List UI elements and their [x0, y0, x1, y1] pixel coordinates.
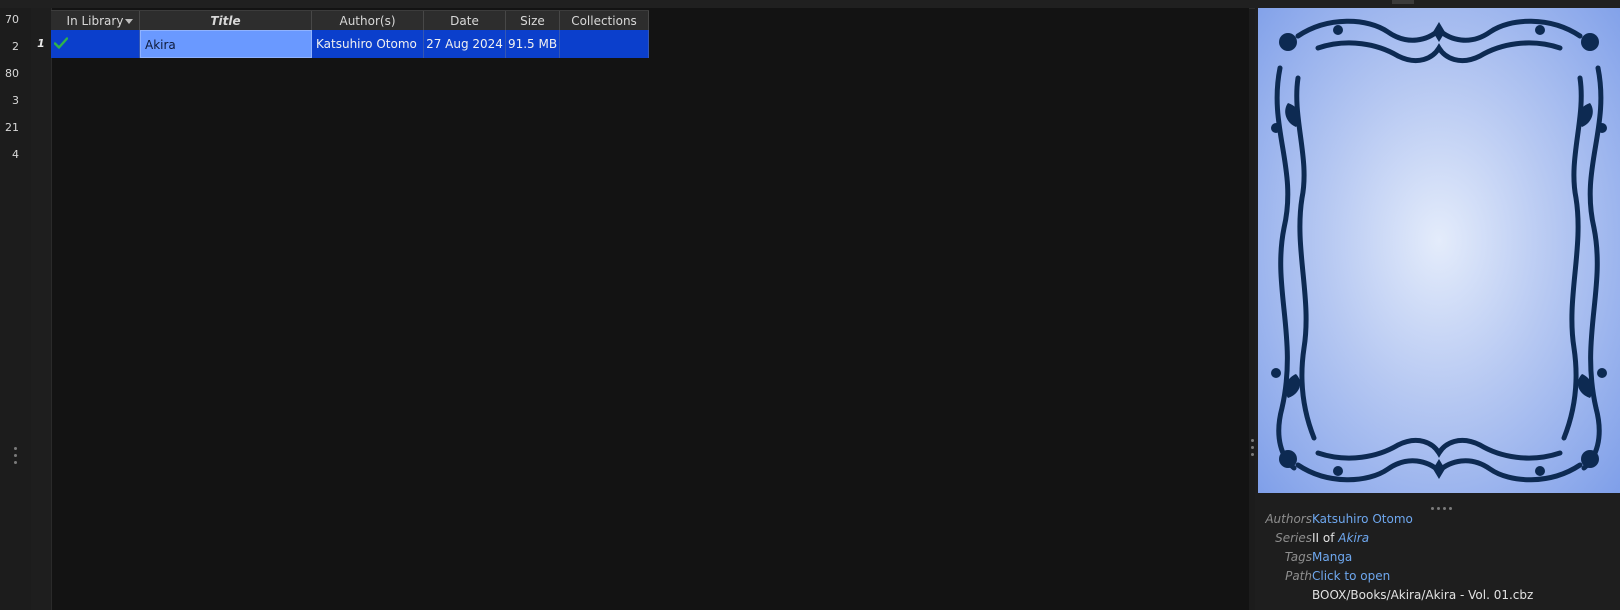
column-header: In Library Title Author(s) Date Size Col…	[51, 10, 649, 32]
column-header-title[interactable]: Title	[140, 11, 312, 31]
cell-in-library[interactable]	[51, 30, 140, 58]
column-header-label: Size	[520, 14, 545, 28]
tag-browser-counts: 70 2 80 3 21 4	[0, 8, 32, 610]
metadata-label: Series	[1275, 531, 1312, 545]
column-header-label: Date	[450, 14, 479, 28]
toolbar-nub	[1392, 0, 1414, 4]
series-link[interactable]: Akira	[1338, 531, 1369, 545]
metadata-label: Authors	[1265, 512, 1312, 526]
series-value: II of Akira	[1312, 529, 1369, 548]
metadata-label: Path	[1285, 569, 1312, 583]
column-header-authors[interactable]: Author(s)	[312, 11, 424, 31]
book-details-panel: Authors Katsuhiro Otomo Series II of Aki…	[1255, 8, 1620, 610]
metadata-label: Tags	[1284, 550, 1312, 564]
metadata-row-path-value: BOOX/Books/Akira/Akira - Vol. 01.cbz	[1255, 586, 1620, 605]
tag-count[interactable]: 4	[12, 148, 19, 161]
tag-count[interactable]: 3	[12, 94, 19, 107]
book-cover[interactable]	[1258, 8, 1620, 493]
open-path-link[interactable]: Click to open	[1312, 567, 1390, 586]
column-header-date[interactable]: Date	[424, 11, 506, 31]
metadata-row-path: Path Click to open	[1255, 567, 1620, 586]
row-number[interactable]: 1	[31, 30, 51, 58]
cell-title[interactable]: Akira	[140, 30, 312, 58]
column-header-size[interactable]: Size	[506, 11, 560, 31]
cell-collections[interactable]	[560, 30, 649, 58]
file-path: BOOX/Books/Akira/Akira - Vol. 01.cbz	[1312, 588, 1534, 602]
tag-link[interactable]: Manga	[1312, 548, 1352, 567]
book-list: 1 In Library Title Author(s) Date Size C…	[31, 8, 1249, 610]
cover-ornament-frame	[1271, 18, 1607, 483]
cell-date[interactable]: 27 Aug 2024	[424, 30, 506, 58]
column-header-label: Collections	[571, 14, 637, 28]
tag-count[interactable]: 80	[5, 67, 19, 80]
tag-count[interactable]: 21	[5, 121, 19, 134]
cell-authors[interactable]: Katsuhiro Otomo	[312, 30, 424, 58]
cell-size[interactable]: 91.5 MB	[506, 30, 560, 58]
metadata-row-tags: Tags Manga	[1255, 548, 1620, 567]
row-number-column: 1	[31, 8, 52, 610]
series-index: II of	[1312, 531, 1335, 545]
metadata-row-series: Series II of Akira	[1255, 529, 1620, 548]
column-header-label: Title	[210, 14, 241, 28]
table-row[interactable]: Akira Katsuhiro Otomo 27 Aug 2024 91.5 M…	[51, 30, 649, 58]
sort-indicator-icon	[125, 19, 133, 24]
column-header-collections[interactable]: Collections	[560, 11, 649, 31]
tag-count[interactable]: 2	[12, 40, 19, 53]
column-header-label: Author(s)	[339, 14, 396, 28]
metadata-row-authors: Authors Katsuhiro Otomo	[1255, 510, 1620, 529]
splitter-handle-left[interactable]	[14, 447, 18, 468]
tag-count[interactable]: 70	[5, 13, 19, 26]
column-header-in-library[interactable]: In Library	[51, 11, 140, 31]
check-icon	[54, 37, 68, 49]
book-metadata: Authors Katsuhiro Otomo Series II of Aki…	[1255, 510, 1620, 605]
column-header-label: In Library	[66, 14, 124, 28]
author-link[interactable]: Katsuhiro Otomo	[1312, 510, 1413, 529]
